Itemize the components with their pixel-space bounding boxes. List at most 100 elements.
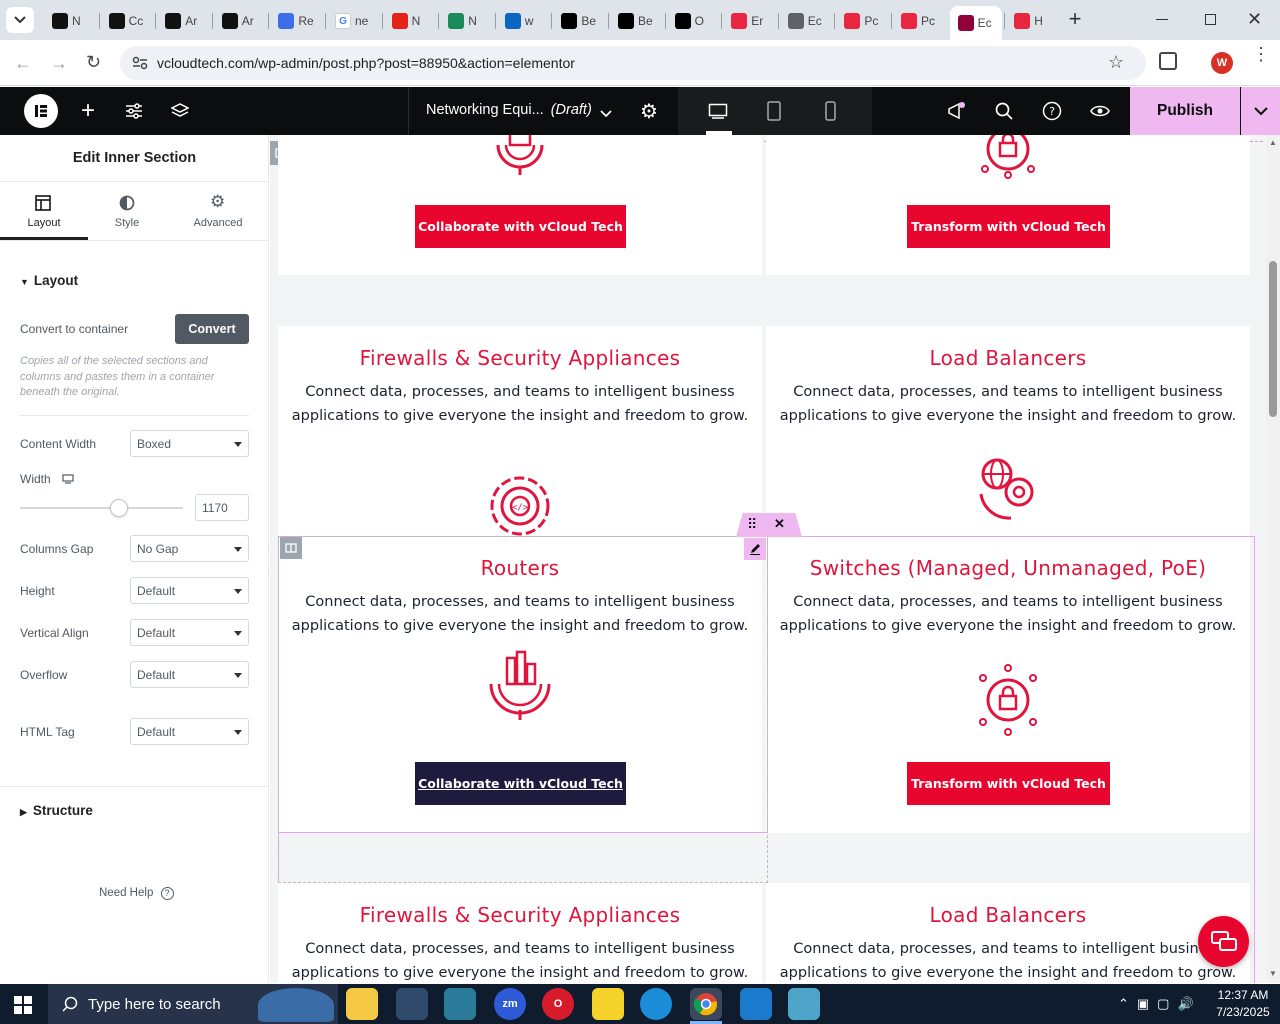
browser-tab[interactable]: w (497, 8, 549, 34)
overflow-select[interactable]: Default (130, 661, 249, 688)
app-icon[interactable] (444, 988, 476, 1020)
extensions-icon[interactable] (1159, 52, 1177, 70)
zoom-icon[interactable]: zm (494, 988, 526, 1020)
tablet-view-icon[interactable] (762, 99, 786, 123)
browser-tab[interactable]: Ec✕ (949, 6, 1002, 40)
opera-icon[interactable]: O (542, 988, 574, 1020)
browser-tab[interactable]: Er (723, 8, 775, 34)
card-title: Routers (480, 556, 560, 580)
desktop-responsive-icon[interactable] (62, 473, 74, 487)
chat-widget-button[interactable] (1198, 916, 1249, 967)
tab-layout[interactable]: Layout (0, 182, 88, 240)
chrome-icon[interactable] (690, 988, 722, 1020)
canvas-scrollbar[interactable]: ▲ ▼ (1266, 135, 1280, 983)
width-slider-handle[interactable] (110, 499, 128, 517)
browser-tab[interactable]: Pc (893, 8, 945, 34)
vertical-align-select[interactable]: Default (130, 619, 249, 646)
finder-search-icon[interactable] (992, 99, 1016, 123)
need-help-link[interactable]: Need Help ? (99, 887, 174, 900)
scroll-up-arrow-icon[interactable]: ▲ (1269, 138, 1277, 147)
bookmark-star-icon[interactable]: ☆ (1108, 52, 1124, 73)
tab-advanced[interactable]: ⚙ Advanced (170, 182, 266, 240)
elementor-diamond-icon (844, 13, 861, 29)
html-tag-select[interactable]: Default (130, 718, 249, 745)
restore-button[interactable] (1205, 14, 1216, 25)
browser-tab[interactable]: H (1006, 8, 1058, 34)
convert-help-text: Copies all of the selected sections and … (20, 355, 215, 398)
scrollbar-thumb[interactable] (1269, 261, 1277, 417)
browser-tab[interactable]: O (667, 8, 719, 34)
desktop-view-icon[interactable] (706, 99, 730, 123)
browser-menu-icon[interactable]: ⋮ (1252, 45, 1270, 63)
new-tab-button[interactable]: + (1064, 8, 1086, 31)
clock-date[interactable]: 7/23/2025 (1210, 1005, 1276, 1019)
vscode-icon[interactable] (740, 988, 772, 1020)
address-bar[interactable]: vcloudtech.com/wp-admin/post.php?post=88… (120, 46, 1146, 80)
browser-tab[interactable]: Re (270, 8, 322, 34)
section-layout-header[interactable]: ▼ Layout (20, 273, 78, 288)
tab-separator (721, 13, 723, 29)
browser-tab[interactable]: N (440, 8, 492, 34)
site-settings-icon[interactable] (122, 99, 146, 123)
browser-tab[interactable]: Ar (214, 8, 266, 34)
inner-section-handle[interactable] (280, 537, 302, 559)
file-explorer-icon[interactable] (346, 988, 378, 1020)
browser-tab[interactable]: Cc (101, 8, 153, 34)
width-slider-track[interactable] (20, 507, 183, 509)
whats-new-megaphone-icon[interactable] (944, 99, 968, 123)
app-icon[interactable] (396, 988, 428, 1020)
scroll-down-arrow-icon[interactable]: ▼ (1269, 969, 1277, 978)
columns-gap-select[interactable]: No Gap (130, 535, 249, 562)
minimize-button[interactable] (1156, 19, 1168, 20)
collaborate-button[interactable]: Collaborate with vCloud Tech (415, 205, 626, 248)
app-icon[interactable] (788, 988, 820, 1020)
width-input[interactable]: 1170 (195, 494, 249, 521)
tab-style[interactable]: Style (88, 182, 166, 240)
forward-button[interactable]: → (50, 53, 68, 74)
transform-button[interactable]: Transform with vCloud Tech (907, 205, 1110, 248)
system-tray[interactable]: ⌃▣▢🔊 (1118, 996, 1202, 1012)
back-button[interactable]: ← (14, 53, 32, 74)
publish-options-button[interactable] (1241, 87, 1280, 135)
profile-avatar[interactable]: W (1211, 52, 1233, 74)
convert-button[interactable]: Convert (175, 314, 249, 344)
publish-button[interactable]: Publish (1130, 87, 1240, 135)
transform-button[interactable]: Transform with vCloud Tech (907, 762, 1110, 805)
structure-layers-icon[interactable] (168, 99, 192, 123)
edge-icon[interactable] (640, 988, 672, 1020)
close-window-button[interactable]: ✕ (1247, 9, 1262, 30)
browser-tab[interactable]: Ec (780, 8, 832, 34)
reload-button[interactable]: ↻ (86, 52, 101, 73)
clock-time[interactable]: 12:37 AM (1210, 988, 1276, 1002)
help-icon[interactable]: ? (1040, 99, 1064, 123)
elementor-logo-icon[interactable] (24, 94, 58, 128)
browser-tab[interactable]: Pc (836, 8, 888, 34)
chevron-down-icon[interactable] (600, 106, 612, 121)
delete-section-icon[interactable]: ✕ (774, 516, 785, 532)
collaborate-button-hover[interactable]: Collaborate with vCloud Tech (415, 762, 626, 805)
browser-tab[interactable]: Be (610, 8, 662, 34)
height-select[interactable]: Default (130, 577, 249, 604)
section-structure-header[interactable]: ▶ Structure (20, 803, 93, 818)
browser-tab[interactable]: N (384, 8, 436, 34)
add-element-icon[interactable]: + (76, 97, 100, 124)
edit-column-button[interactable] (744, 538, 766, 560)
preview-eye-icon[interactable] (1088, 99, 1112, 123)
browser-tab[interactable]: Gne (327, 8, 379, 34)
browser-tab[interactable]: Ar (157, 8, 209, 34)
sticky-notes-icon[interactable] (592, 988, 624, 1020)
browser-tab[interactable]: Be (553, 8, 605, 34)
drag-handle-icon[interactable]: ⠿ (747, 516, 757, 533)
document-title[interactable]: Networking Equi... (Draft) (426, 102, 592, 118)
overflow-label: Overflow (20, 668, 68, 682)
site-info-icon[interactable] (132, 56, 148, 70)
windows-start-icon[interactable] (14, 996, 32, 1014)
card-title: Firewalls & Security Appliances (359, 346, 681, 370)
taskbar-search-box[interactable]: Type here to search (48, 984, 338, 1024)
tab-search-dropdown[interactable] (6, 7, 34, 33)
content-width-select[interactable]: Boxed (130, 430, 249, 457)
page-settings-gear-icon[interactable]: ⚙ (637, 99, 661, 123)
mobile-view-icon[interactable] (818, 99, 842, 123)
browser-tab[interactable]: N (44, 8, 96, 34)
caret-down-icon (234, 631, 242, 636)
